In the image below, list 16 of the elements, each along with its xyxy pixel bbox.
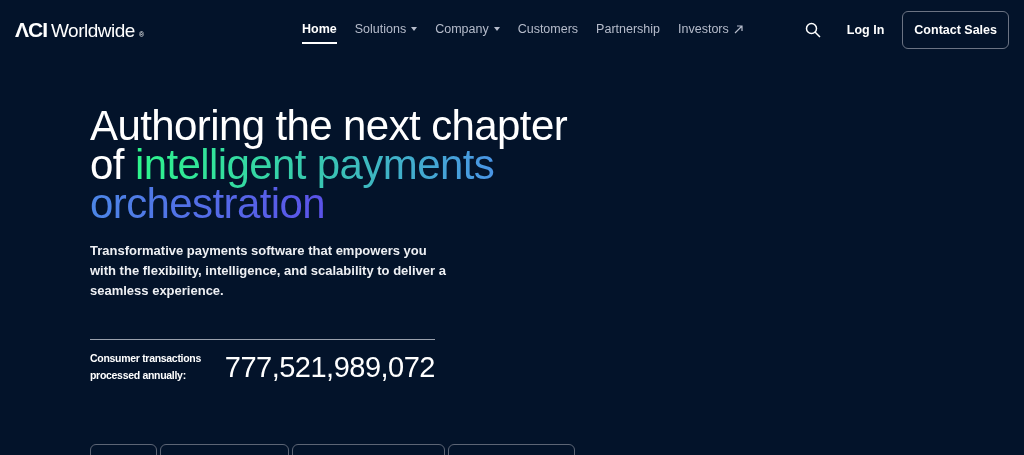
nav-link[interactable]: Investors xyxy=(678,16,743,44)
caret-icon xyxy=(493,27,500,31)
contact-sales-button[interactable]: Contact Sales xyxy=(902,11,1009,49)
external-link-icon xyxy=(733,24,743,34)
hero-description: Transformative payments software that empowers you with the flexibility, intelligence, and scalability to deliver a seamless experience. xyxy=(90,242,447,300)
stat-value: 777,521,989,072 xyxy=(224,350,435,384)
caret-icon xyxy=(411,27,418,31)
nav-link[interactable]: Customers xyxy=(517,16,579,44)
stat-label: Consumer transactions processed annually: xyxy=(90,351,202,383)
search-icon[interactable] xyxy=(804,22,821,38)
nav-link[interactable]: Partnership xyxy=(596,16,661,44)
login-link[interactable]: Log In xyxy=(846,23,885,37)
nav-link[interactable]: Company xyxy=(435,16,500,44)
hero-headline: Authoring the next chapter of intelligent payments orchestration xyxy=(90,106,569,223)
nav-link[interactable]: Solutions xyxy=(354,16,418,44)
nav-link[interactable]: Home xyxy=(302,16,337,44)
